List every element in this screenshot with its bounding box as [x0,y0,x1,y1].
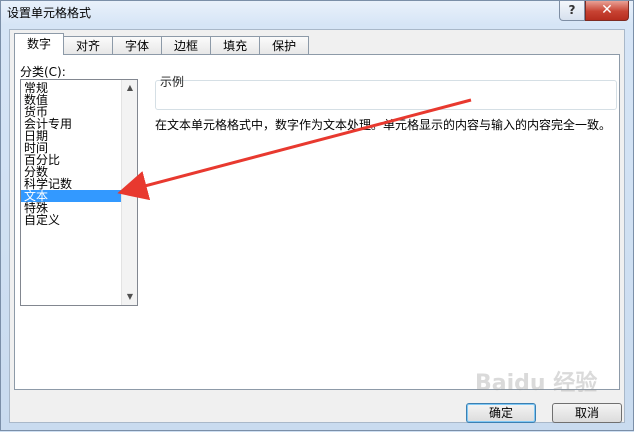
format-description: 在文本单元格格式中，数字作为文本处理。单元格显示的内容与输入的内容完全一致。 [155,118,612,132]
tab-protection[interactable]: 保护 [259,36,310,55]
title-bar[interactable]: 设置单元格格式 ? ✕ [1,1,633,25]
dialog-body: 数字 对齐 字体 边框 填充 保护 分类(C): 常规 数值 货币 会计专用 日… [9,29,625,423]
ok-button[interactable]: 确定 [466,403,536,423]
cancel-button[interactable]: 取消 [552,403,622,423]
title-bar-buttons: ? ✕ [559,1,629,23]
category-scrollbar[interactable]: ▲ ▼ [121,80,137,305]
tab-font[interactable]: 字体 [112,36,163,55]
tab-strip: 数字 对齐 字体 边框 填充 保护 [14,33,310,55]
number-tab-panel: 分类(C): 常规 数值 货币 会计专用 日期 时间 百分比 分数 科学记数 文… [14,54,620,390]
format-cells-dialog: 设置单元格格式 ? ✕ 数字 对齐 字体 边框 填充 保护 分类(C): 常规 … [0,0,634,431]
category-item-custom[interactable]: 自定义 [21,214,122,226]
sample-box [155,80,617,110]
category-list[interactable]: 常规 数值 货币 会计专用 日期 时间 百分比 分数 科学记数 文本 特殊 自定… [20,79,138,306]
tab-fill[interactable]: 填充 [210,36,261,55]
tab-alignment[interactable]: 对齐 [63,36,114,55]
sample-label: 示例 [160,75,185,89]
close-button[interactable]: ✕ [585,1,629,21]
dialog-title: 设置单元格格式 [7,6,92,20]
baidu-watermark: Baidu 经验 [475,371,598,396]
tab-number[interactable]: 数字 [14,33,65,55]
tab-border[interactable]: 边框 [161,36,212,55]
help-button[interactable]: ? [559,1,585,21]
category-label: 分类(C): [20,65,66,79]
scroll-down-icon[interactable]: ▼ [122,289,137,305]
scroll-up-icon[interactable]: ▲ [122,80,137,96]
